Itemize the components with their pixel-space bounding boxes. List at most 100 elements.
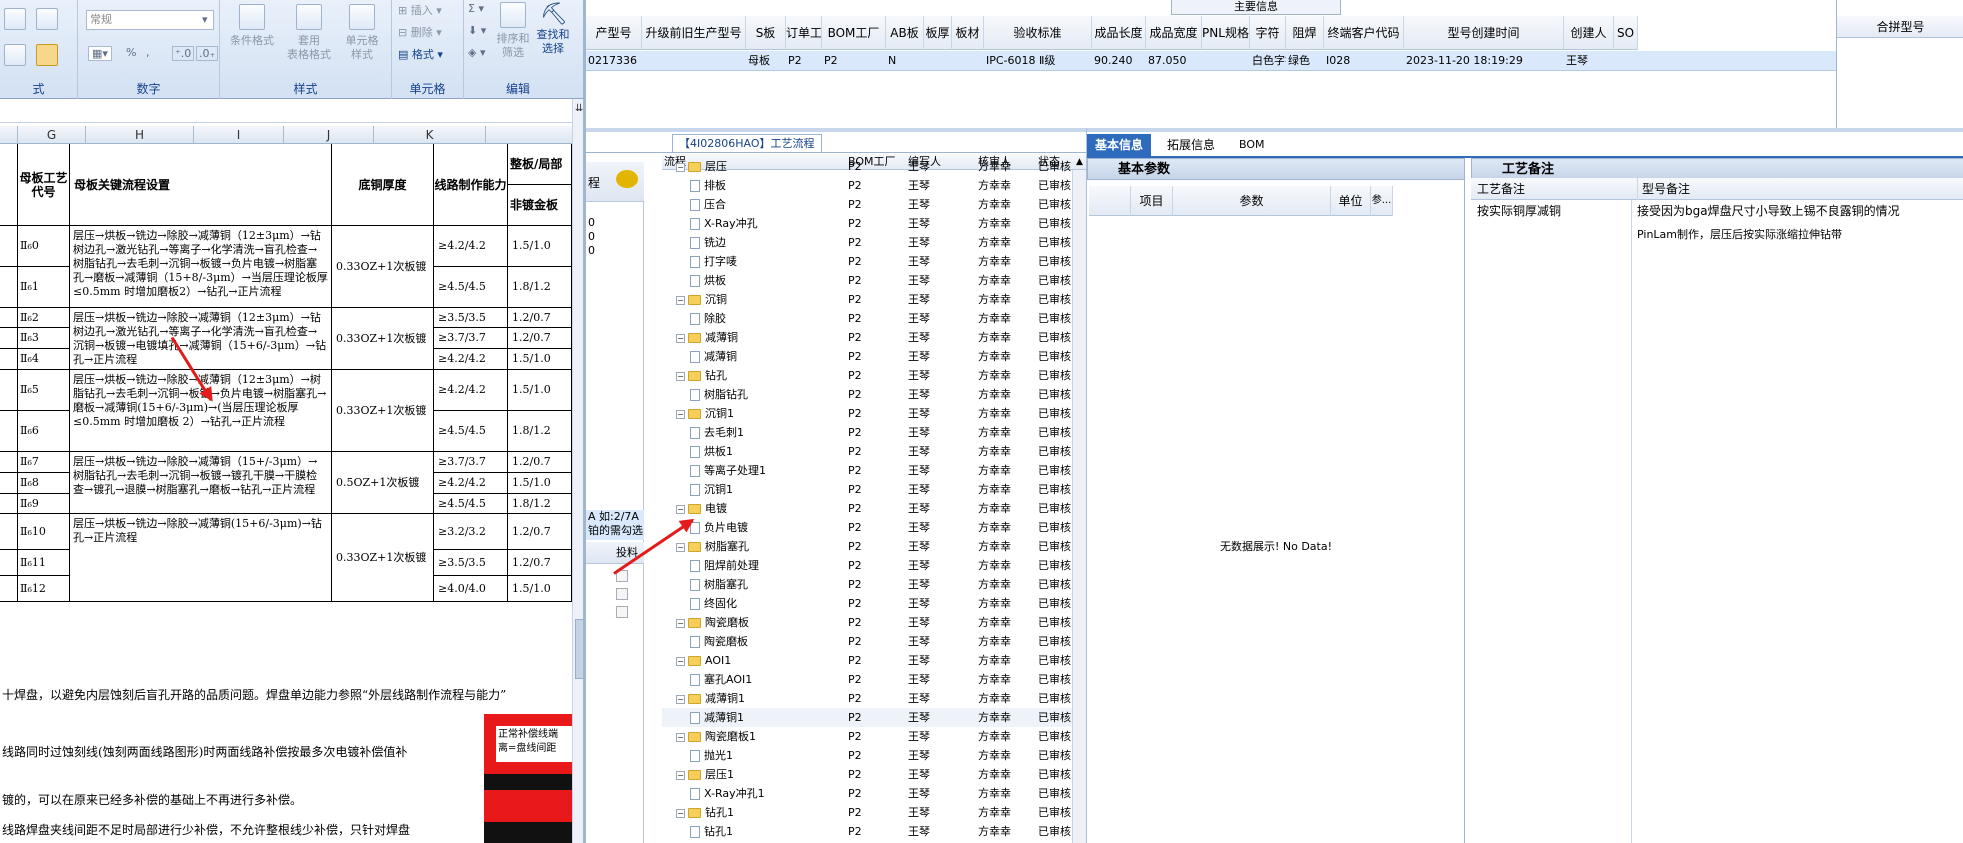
tab-extended-info[interactable]: 拓展信息: [1159, 134, 1223, 156]
tab-bom[interactable]: BOM: [1231, 134, 1273, 156]
comment-icon[interactable]: [616, 170, 638, 188]
tree-row[interactable]: 减薄铜1 P2 王琴 方幸幸 已审核: [662, 708, 1086, 727]
tree-node[interactable]: 抛光1: [690, 746, 733, 765]
collapse-icon[interactable]: −: [676, 504, 685, 514]
column-header[interactable]: [486, 126, 572, 144]
tree-row[interactable]: X-Ray冲孔1 P2 王琴 方幸幸 已审核: [662, 784, 1086, 803]
merge-icon[interactable]: [36, 8, 58, 34]
tree-node[interactable]: 终固化: [690, 594, 737, 613]
tree-row[interactable]: − 层压1 P2 王琴 方幸幸 已审核: [662, 765, 1086, 784]
column-header[interactable]: H: [86, 126, 194, 144]
tree-row[interactable]: 终固化 P2 王琴 方幸幸 已审核: [662, 594, 1086, 613]
tree-scrollbar[interactable]: [1072, 170, 1086, 843]
tree-row[interactable]: 除胶 P2 王琴 方幸幸 已审核: [662, 309, 1086, 328]
checkbox[interactable]: [616, 588, 628, 600]
tree-row[interactable]: − 电镀 P2 王琴 方幸幸 已审核: [662, 499, 1086, 518]
splitter[interactable]: [1087, 128, 1963, 132]
grid-header-cell[interactable]: 板厚: [924, 16, 952, 50]
tree-node[interactable]: X-Ray冲孔: [690, 214, 758, 233]
tree-node[interactable]: − 减薄铜: [676, 328, 738, 347]
collapse-icon[interactable]: −: [676, 618, 685, 628]
tree-node[interactable]: − AOI1: [676, 651, 731, 670]
tree-row[interactable]: 抛光1 P2 王琴 方幸幸 已审核: [662, 746, 1086, 765]
grid-header-cell[interactable]: 成品长度: [1092, 16, 1146, 50]
collapse-icon[interactable]: −: [676, 409, 685, 419]
column-header[interactable]: I: [194, 126, 284, 144]
column-header[interactable]: K: [374, 126, 486, 144]
grid-header-cell[interactable]: 验收标准: [984, 16, 1092, 50]
clear-icon[interactable]: ◈ ▾: [468, 46, 485, 59]
chevron-down-icon[interactable]: ▾: [202, 13, 208, 26]
tree-node[interactable]: 排板: [690, 176, 726, 195]
collapse-icon[interactable]: −: [676, 770, 685, 780]
tree-row[interactable]: − AOI1 P2 王琴 方幸幸 已审核: [662, 651, 1086, 670]
tree-node[interactable]: 树脂钻孔: [690, 385, 748, 404]
collapse-icon[interactable]: −: [676, 333, 685, 343]
collapse-icon[interactable]: −: [676, 295, 685, 305]
grid-header-cell[interactable]: 升级前旧生产型号: [642, 16, 746, 50]
column-header[interactable]: J: [284, 126, 374, 144]
tree-row[interactable]: − 钻孔1 P2 王琴 方幸幸 已审核: [662, 803, 1086, 822]
tree-row[interactable]: − 减薄铜 P2 王琴 方幸幸 已审核: [662, 328, 1086, 347]
tree-node[interactable]: 等离子处理1: [690, 461, 766, 480]
grid-header-cell[interactable]: 产型号: [586, 16, 642, 50]
tree-row[interactable]: 等离子处理1 P2 王琴 方幸幸 已审核: [662, 461, 1086, 480]
tree-row[interactable]: − 树脂塞孔 P2 王琴 方幸幸 已审核: [662, 537, 1086, 556]
expand-icon[interactable]: ⇊: [575, 103, 583, 114]
grid-header-cell[interactable]: AB板: [886, 16, 924, 50]
conditional-format-button[interactable]: 条件格式: [226, 4, 278, 48]
increase-decimal-icon[interactable]: ⁺.0: [172, 46, 195, 61]
tree-row[interactable]: 去毛刺1 P2 王琴 方幸幸 已审核: [662, 423, 1086, 442]
collapse-icon[interactable]: −: [676, 694, 685, 704]
tree-node[interactable]: − 减薄铜1: [676, 689, 745, 708]
tree-node[interactable]: 打字唛: [690, 252, 737, 271]
grid-header-cell[interactable]: 终端客户代码: [1324, 16, 1404, 50]
tree-row[interactable]: 沉铜1 P2 王琴 方幸幸 已审核: [662, 480, 1086, 499]
tree-row[interactable]: 打字唛 P2 王琴 方幸幸 已审核: [662, 252, 1086, 271]
spreadsheet-table[interactable]: 母板工艺代号 母板关键流程设置 底铜厚度 线路制作能力 整板/局部 非镀金板 Ⅱ…: [0, 144, 572, 654]
grid-header-cell[interactable]: SO: [1614, 16, 1638, 50]
tree-node[interactable]: 负片电镀: [690, 518, 748, 537]
tab-basic-info[interactable]: 基本信息: [1087, 134, 1152, 156]
tree-node[interactable]: X-Ray冲孔1: [690, 784, 765, 803]
tree-node[interactable]: 树脂塞孔: [690, 575, 748, 594]
tree-node[interactable]: 阻焊前处理: [690, 556, 759, 575]
tree-node[interactable]: 沉铜1: [690, 480, 733, 499]
tree-node[interactable]: 减薄铜: [690, 347, 737, 366]
excel-vertical-scrollbar[interactable]: ⇊: [572, 99, 583, 843]
tree-node[interactable]: 去毛刺1: [690, 423, 744, 442]
collapse-icon[interactable]: −: [676, 732, 685, 742]
grid-header-cell[interactable]: BOM工厂: [822, 16, 886, 50]
autosum-button[interactable]: Σ ▾: [468, 2, 484, 15]
format-button[interactable]: ▤ 格式 ▾: [398, 46, 443, 62]
process-tree-grid[interactable]: 流程 BOM工厂 编写人 核审人 状态 ▲ − 层压 P2 王琴 方幸幸 已审核 排板 P2 王…: [662, 154, 1086, 843]
indent-icon[interactable]: [4, 44, 26, 70]
format-as-table-button[interactable]: 套用 表格格式: [282, 4, 336, 62]
tree-node[interactable]: 减薄铜1: [690, 708, 744, 727]
outdent-icon[interactable]: [36, 44, 58, 70]
tree-row[interactable]: 树脂钻孔 P2 王琴 方幸幸 已审核: [662, 385, 1086, 404]
delete-button[interactable]: ⊟ 删除 ▾: [398, 24, 442, 40]
tree-node[interactable]: 塞孔AOI1: [690, 670, 752, 689]
sort-filter-button[interactable]: 排序和 筛选: [494, 2, 532, 60]
cell-styles-button[interactable]: 单元格 样式: [338, 4, 386, 62]
column-header[interactable]: G: [18, 126, 86, 144]
grid-header-cell[interactable]: 板材: [952, 16, 984, 50]
tree-node[interactable]: 钻孔1: [690, 822, 733, 841]
tree-node[interactable]: − 钻孔1: [676, 803, 734, 822]
tab-process-flow[interactable]: 【4I02806HAO】工艺流程: [672, 134, 822, 152]
tree-row[interactable]: X-Ray冲孔 P2 王琴 方幸幸 已审核: [662, 214, 1086, 233]
tree-row[interactable]: − 陶瓷磨板1 P2 王琴 方幸幸 已审核: [662, 727, 1086, 746]
tree-row[interactable]: − 陶瓷磨板 P2 王琴 方幸幸 已审核: [662, 613, 1086, 632]
tree-node[interactable]: 烘板: [690, 271, 726, 290]
tree-node[interactable]: − 陶瓷磨板1: [676, 727, 756, 746]
tree-node[interactable]: − 沉铜: [676, 290, 727, 309]
tree-node[interactable]: − 层压: [676, 157, 727, 176]
tree-node[interactable]: − 钻孔: [676, 366, 727, 385]
tree-row[interactable]: 减薄铜 P2 王琴 方幸幸 已审核: [662, 347, 1086, 366]
tree-node[interactable]: − 沉铜1: [676, 404, 734, 423]
collapse-icon[interactable]: −: [676, 542, 685, 552]
grid-header-cell[interactable]: 阻焊: [1286, 16, 1324, 50]
formula-bar[interactable]: [0, 99, 583, 123]
tree-row[interactable]: 铣边 P2 王琴 方幸幸 已审核: [662, 233, 1086, 252]
